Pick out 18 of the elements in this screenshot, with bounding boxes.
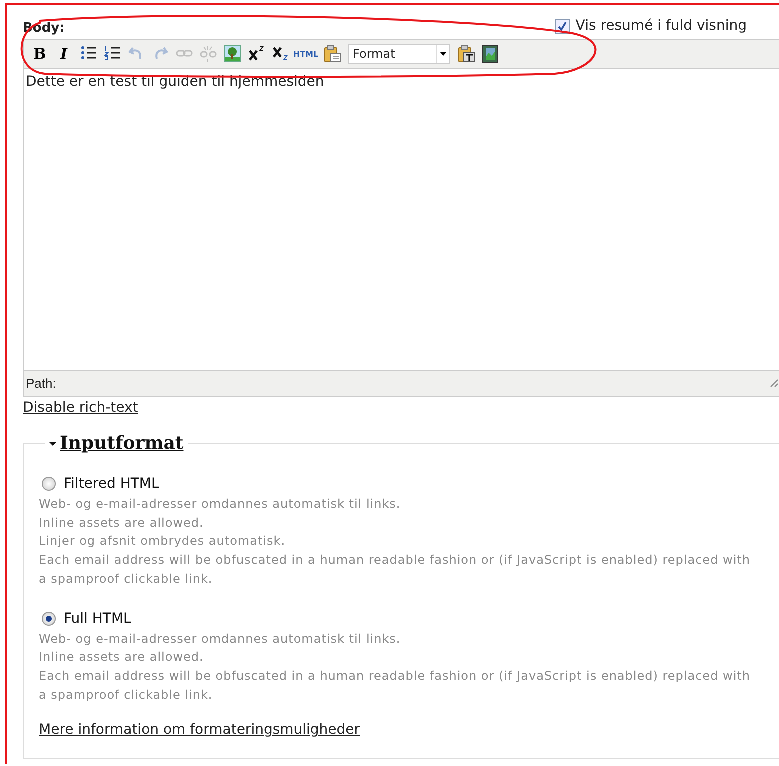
checkbox-label: Vis resumé i fuld visning (576, 18, 747, 34)
more-info-link[interactable]: Mere information om formateringsmuligheder (39, 722, 360, 738)
help-text: Each email address will be obfuscated in a human readable fashion or (if JavaScript is enabled) replaced with a spamproof clickable link. (39, 668, 752, 704)
radio-label: Full HTML (64, 610, 132, 627)
disable-rich-text-link[interactable]: Disable rich-text (23, 400, 138, 416)
path-label: Path: (26, 376, 56, 391)
help-text: Inline assets are allowed. (39, 649, 205, 666)
help-text: Web- og e-mail-adresser omdannes automatisk til links. (39, 630, 402, 648)
format-dropdown[interactable]: Format (348, 44, 450, 64)
help-text: Each email address will be obfuscated in a human readable fashion or (if JavaScript is enabled) replaced with a spamproof clickable link. (39, 552, 752, 588)
help-text: Inline assets are allowed. (39, 514, 205, 532)
italic-button[interactable]: I (52, 43, 76, 65)
radio-label: Filtered HTML (64, 476, 160, 492)
bold-button[interactable]: B (28, 43, 52, 65)
help-text: Linjer og afsnit ombrydes automatisk. (39, 533, 287, 550)
fieldset-legend-link[interactable]: Inputformat (60, 433, 184, 454)
help-text: Web- og e-mail-adresser omdannes automatisk til links. (39, 496, 402, 513)
html-button[interactable]: HTML (292, 43, 320, 65)
